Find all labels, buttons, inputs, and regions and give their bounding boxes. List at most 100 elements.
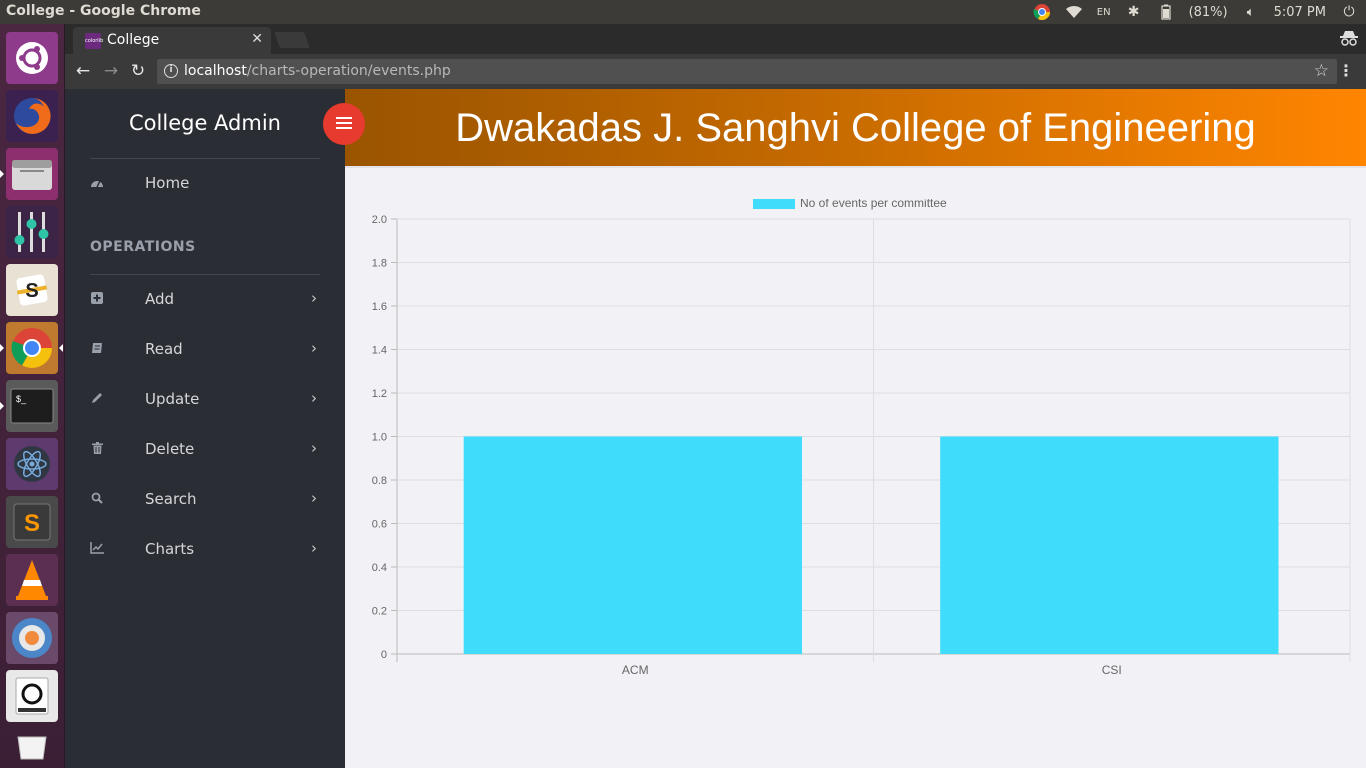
slack-icon[interactable]: S (6, 264, 58, 316)
volume-icon[interactable]: 🔈︎ (1242, 3, 1260, 21)
sidebar-toggle-button[interactable] (323, 103, 365, 145)
y-tick-label: 0.6 (372, 519, 387, 531)
tab-college[interactable]: colorlib College ✕ (73, 27, 271, 54)
address-bar[interactable]: i localhost/charts-operation/events.php … (157, 59, 1337, 84)
x-tick-label: ACM (622, 663, 649, 677)
chrome-icon[interactable] (6, 322, 58, 374)
y-tick-label: 1.4 (372, 345, 387, 357)
y-tick-label: 0.4 (372, 562, 387, 574)
dashboard-icon (90, 176, 104, 190)
sidebar-item-label: Charts (145, 540, 195, 558)
unity-launcher: S $_ S (0, 24, 65, 768)
vlc-icon[interactable] (6, 554, 58, 606)
software-updater-icon[interactable] (6, 612, 58, 664)
clock[interactable]: 5:07 PM (1274, 5, 1326, 20)
header-shadow (345, 166, 1366, 168)
sidebar-item-update[interactable]: Update › (65, 380, 345, 420)
trash-icon[interactable] (6, 728, 58, 768)
bar-chart-svg: No of events per committee 0 0.2 0.4 0.6 0.8 1… (372, 195, 1351, 677)
brand-title[interactable]: College Admin (65, 111, 345, 135)
plus-square-icon (90, 292, 104, 306)
terminal-icon[interactable]: $_ (6, 380, 58, 432)
incognito-icon[interactable] (1340, 30, 1358, 46)
sidebar-item-search[interactable]: Search › (65, 480, 345, 520)
y-tick-label: 1.0 (372, 432, 387, 444)
y-tick-label: 0.2 (372, 606, 387, 618)
chrome-menu-icon[interactable]: ⋮ (1338, 61, 1354, 80)
chrome-focused-pip (59, 344, 63, 352)
site-info-icon[interactable]: i (164, 64, 178, 78)
admin-sidebar: College Admin Home OPERATIONS Add › Read… (65, 89, 345, 768)
svg-text:$_: $_ (16, 394, 27, 404)
keyboard-layout-indicator[interactable]: EN (1097, 7, 1111, 18)
chevron-right-icon: › (311, 339, 317, 357)
legend-label: No of events per committee (800, 199, 947, 210)
battery-percent: (81%) (1188, 4, 1228, 20)
ubuntu-dash-icon[interactable] (6, 32, 58, 84)
sidebar-item-label: Read (145, 340, 183, 358)
events-chart: No of events per committee 0 0.2 0.4 0.6 0.8 1… (345, 195, 1366, 719)
page-header: Dwakadas J. Sanghvi College of Engineeri… (345, 89, 1366, 166)
sidebar-item-label: Add (145, 290, 175, 308)
sidebar-item-read[interactable]: Read › (65, 330, 345, 370)
legend-swatch (753, 195, 795, 209)
reload-icon[interactable]: ↻ (128, 61, 148, 81)
svg-text:S: S (25, 280, 38, 302)
x-tick-label: CSI (1102, 663, 1122, 677)
college-name: Dwakadas J. Sanghvi College of Engineeri… (455, 106, 1256, 150)
chevron-right-icon: › (311, 389, 317, 407)
sidebar-divider (90, 158, 320, 159)
svg-text:S: S (24, 510, 40, 537)
sidebar-divider (90, 274, 320, 275)
files-icon[interactable] (6, 148, 58, 200)
sidebar-item-home[interactable]: Home (65, 164, 345, 204)
firefox-icon[interactable] (6, 90, 58, 142)
bookmark-star-icon[interactable]: ☆ (1314, 61, 1329, 81)
url-text[interactable]: localhost/charts-operation/events.php (184, 63, 451, 79)
y-tick-label: 0.8 (372, 475, 387, 487)
chevron-right-icon: › (311, 439, 317, 457)
sidebar-item-label: Update (145, 390, 200, 408)
pencil-icon (90, 392, 104, 406)
search-icon (90, 492, 104, 506)
chevron-right-icon: › (311, 489, 317, 507)
sublime-icon[interactable]: S (6, 496, 58, 548)
menu-toggle-icon (336, 117, 352, 131)
favicon: colorlib (85, 33, 103, 49)
tab-close-icon[interactable]: ✕ (251, 31, 263, 47)
window-title: College - Google Chrome (6, 3, 201, 19)
files-running-pip (0, 170, 4, 178)
power-icon[interactable]: ⏻ (1340, 3, 1358, 21)
browser-tabstrip: colorlib College ✕ (65, 24, 1366, 54)
battery-icon[interactable] (1157, 3, 1175, 21)
forward-arrow-icon[interactable]: → (101, 61, 121, 81)
browser-toolbar: ← → ↻ i localhost/charts-operation/event… (65, 54, 1366, 89)
bluetooth-icon[interactable]: ✱ (1125, 3, 1143, 21)
sidebar-item-label: Search (145, 490, 197, 508)
mixer-icon[interactable] (6, 206, 58, 258)
chevron-right-icon: › (311, 539, 317, 557)
new-tab-button[interactable] (274, 32, 310, 48)
web-page: College Admin Home OPERATIONS Add › Read… (65, 89, 1366, 768)
disk-icon[interactable] (6, 670, 58, 722)
operations-heading: OPERATIONS (90, 239, 196, 255)
atom-icon[interactable] (6, 438, 58, 490)
chrome-indicator-icon[interactable] (1033, 3, 1051, 21)
bar-csi (940, 436, 1279, 654)
trash-icon (90, 442, 104, 456)
chevron-right-icon: › (311, 289, 317, 307)
wifi-icon[interactable] (1065, 3, 1083, 21)
y-tick-label: 0 (381, 649, 387, 661)
sidebar-item-add[interactable]: Add › (65, 280, 345, 320)
bar-acm (463, 436, 803, 654)
y-tick-label: 1.8 (372, 258, 387, 270)
system-top-panel: College - Google Chrome EN ✱ (81%) 🔈︎ 5:… (0, 0, 1366, 24)
back-arrow-icon[interactable]: ← (73, 61, 93, 81)
sidebar-item-charts[interactable]: Charts › (65, 530, 345, 570)
sidebar-item-label: Home (145, 174, 190, 192)
terminal-running-pip (0, 402, 4, 410)
sidebar-item-delete[interactable]: Delete › (65, 430, 345, 470)
chrome-running-pip (0, 344, 4, 352)
sidebar-item-label: Delete (145, 440, 195, 458)
line-chart-icon (90, 542, 104, 556)
